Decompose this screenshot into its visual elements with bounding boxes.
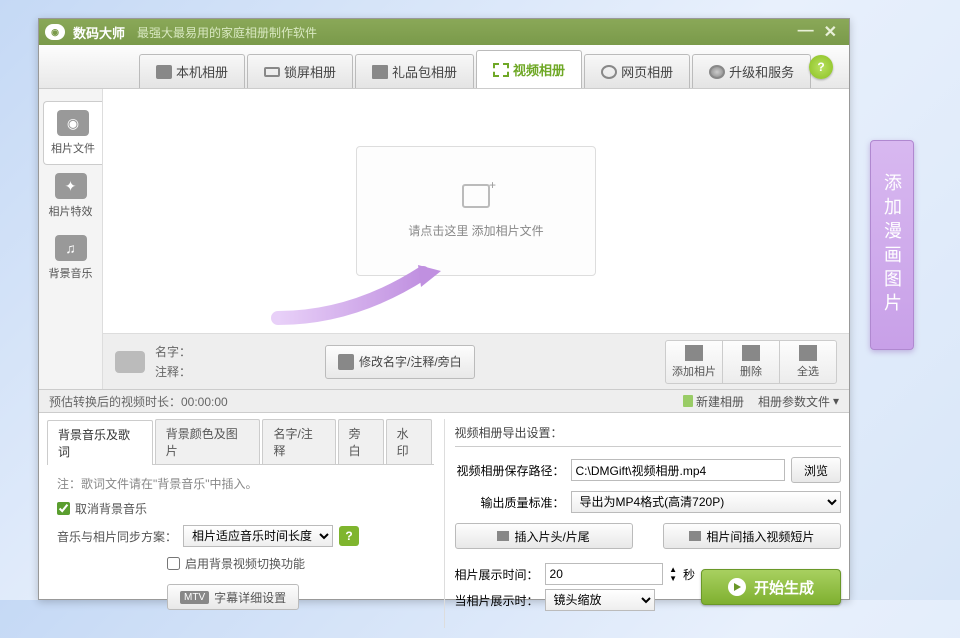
person-icon — [156, 65, 172, 79]
tab-web-album[interactable]: 网页相册 — [584, 54, 690, 88]
seconds-label: 秒 — [683, 566, 695, 583]
export-title: 视频相册导出设置： — [455, 419, 842, 447]
edit-meta-button[interactable]: 修改名字/注释/旁白 — [325, 345, 475, 379]
sidebar-photo-files[interactable]: ◉相片文件 — [43, 101, 102, 165]
status-bar: 预估转换后的视频时长：00:00:00 新建相册 相册参数文件 ▾ — [39, 389, 849, 413]
browse-button[interactable]: 浏览 — [791, 457, 841, 483]
camera-icon — [115, 351, 145, 373]
subtabs: 背景音乐及歌词 背景颜色及图片 名字/注释 旁白 水印 — [47, 419, 434, 465]
photo-tools: 添加相片 删除 全选 — [665, 340, 837, 384]
pencil-icon — [338, 354, 354, 370]
annotation-label: 添加漫画图片 — [870, 140, 914, 350]
globe-icon — [709, 65, 725, 79]
help-icon[interactable]: ? — [339, 526, 359, 546]
grid-icon — [799, 345, 817, 361]
close-button[interactable]: ✕ — [824, 22, 837, 42]
subtab-bgm-lyrics[interactable]: 背景音乐及歌词 — [47, 420, 153, 465]
spinner-buttons[interactable]: ▲▼ — [669, 565, 677, 583]
show-time-input[interactable] — [545, 563, 664, 585]
add-photo-dropbox[interactable]: 请点击这里 添加相片文件 — [356, 146, 596, 276]
left-panel-content: 注：歌词文件请在"背景音乐"中插入。 取消背景音乐 音乐与相片同步方案： 相片适… — [47, 465, 434, 628]
clip-icon — [689, 531, 701, 541]
add-icon — [685, 345, 703, 361]
gift-icon — [372, 65, 388, 79]
transition-select[interactable]: 镜头缩放 — [545, 589, 655, 611]
app-subtitle: 最强大最易用的家庭相册制作软件 — [137, 24, 317, 41]
cancel-bgm-checkbox[interactable] — [57, 502, 70, 515]
help-button[interactable]: ? — [809, 55, 833, 79]
trash-icon — [742, 345, 760, 361]
hint-arrow — [273, 263, 443, 323]
tab-gift-album[interactable]: 礼品包相册 — [355, 54, 474, 88]
sparkle-icon: ✦ — [55, 173, 87, 199]
film-icon — [493, 63, 509, 77]
quality-label: 输出质量标准： — [455, 494, 565, 511]
bottom-panels: 背景音乐及歌词 背景颜色及图片 名字/注释 旁白 水印 注：歌词文件请在"背景音… — [39, 413, 849, 638]
path-label: 视频相册保存路径： — [455, 462, 565, 479]
left-sidebar: ◉相片文件 ✦相片特效 ♫背景音乐 — [39, 89, 103, 389]
document-icon — [683, 395, 693, 407]
drop-text: 请点击这里 添加相片文件 — [408, 222, 543, 239]
titlebar: ◉ 数码大师 最强大最易用的家庭相册制作软件 — ✕ — [39, 19, 849, 45]
app-title: 数码大师 — [73, 23, 125, 42]
name-label: 名字： — [155, 343, 191, 360]
tab-upgrade[interactable]: 升级和服务 — [692, 54, 811, 88]
subtab-bg-color[interactable]: 背景颜色及图片 — [155, 419, 261, 464]
subtab-narration[interactable]: 旁白 — [338, 419, 384, 464]
panel-right: 视频相册导出设置： 视频相册保存路径： 浏览 输出质量标准： 导出为MP4格式(… — [455, 419, 842, 628]
photo-placeholder-icon — [462, 184, 490, 208]
insert-clip-button[interactable]: 相片间插入视频短片 — [663, 523, 841, 549]
subtitle-settings-button[interactable]: MTV字幕详细设置 — [167, 584, 299, 610]
sidebar-photo-effects[interactable]: ✦相片特效 — [39, 165, 102, 227]
divider — [444, 419, 445, 628]
browser-icon — [601, 65, 617, 79]
photo-meta-bar: 名字： 注释： 修改名字/注释/旁白 添加相片 删除 全选 — [103, 333, 849, 389]
show-time-label: 相片展示时间： — [455, 566, 539, 583]
minimize-button[interactable]: — — [798, 22, 814, 42]
subtab-watermark[interactable]: 水印 — [386, 419, 432, 464]
tab-local-album[interactable]: 本机相册 — [139, 54, 245, 88]
meta-fields: 名字： 注释： — [155, 342, 315, 382]
tab-lockscreen-album[interactable]: 锁屏相册 — [247, 54, 353, 88]
drop-zone: 请点击这里 添加相片文件 — [103, 89, 849, 333]
video-icon — [497, 531, 509, 541]
cancel-bgm-label: 取消背景音乐 — [75, 500, 147, 517]
monitor-icon — [264, 67, 280, 77]
main-tabbar: 本机相册 锁屏相册 礼品包相册 视频相册 网页相册 升级和服务 ? — [39, 45, 849, 89]
new-album-link[interactable]: 新建相册 — [683, 393, 744, 410]
add-photo-button[interactable]: 添加相片 — [665, 340, 723, 384]
play-icon — [728, 578, 746, 596]
lyrics-note: 注：歌词文件请在"背景音乐"中插入。 — [57, 475, 424, 492]
main-area: ◉相片文件 ✦相片特效 ♫背景音乐 请点击这里 添加相片文件 名字： — [39, 89, 849, 389]
sync-label: 音乐与相片同步方案： — [57, 528, 177, 545]
sync-select[interactable]: 相片适应音乐时间长度 — [183, 525, 333, 547]
panel-left: 背景音乐及歌词 背景颜色及图片 名字/注释 旁白 水印 注：歌词文件请在"背景音… — [47, 419, 434, 628]
enable-switch-label: 启用背景视频切换功能 — [185, 555, 305, 572]
note-label: 注释： — [155, 363, 191, 380]
sidebar-bg-music[interactable]: ♫背景音乐 — [39, 227, 102, 289]
quality-select[interactable]: 导出为MP4格式(高清720P) — [571, 491, 842, 513]
music-icon: ♫ — [55, 235, 87, 261]
camera-icon: ◉ — [57, 110, 89, 136]
estimate-text: 预估转换后的视频时长：00:00:00 — [49, 393, 228, 410]
enable-bg-video-checkbox[interactable] — [167, 557, 180, 570]
album-params-dropdown[interactable]: 相册参数文件 ▾ — [758, 393, 839, 410]
app-window: ◉ 数码大师 最强大最易用的家庭相册制作软件 — ✕ 本机相册 锁屏相册 礼品包… — [38, 18, 850, 600]
delete-button[interactable]: 删除 — [722, 340, 780, 384]
mtv-tag: MTV — [180, 591, 209, 604]
tab-video-album[interactable]: 视频相册 — [476, 50, 582, 88]
app-logo: ◉ — [45, 24, 65, 40]
subtab-name-note[interactable]: 名字/注释 — [262, 419, 335, 464]
canvas-area: 请点击这里 添加相片文件 名字： 注释： 修改名字/注释/旁白 添加相片 删除 — [103, 89, 849, 389]
select-all-button[interactable]: 全选 — [779, 340, 837, 384]
save-path-input[interactable] — [571, 459, 785, 481]
insert-head-tail-button[interactable]: 插入片头/片尾 — [455, 523, 633, 549]
current-show-label: 当相片展示时： — [455, 592, 539, 609]
